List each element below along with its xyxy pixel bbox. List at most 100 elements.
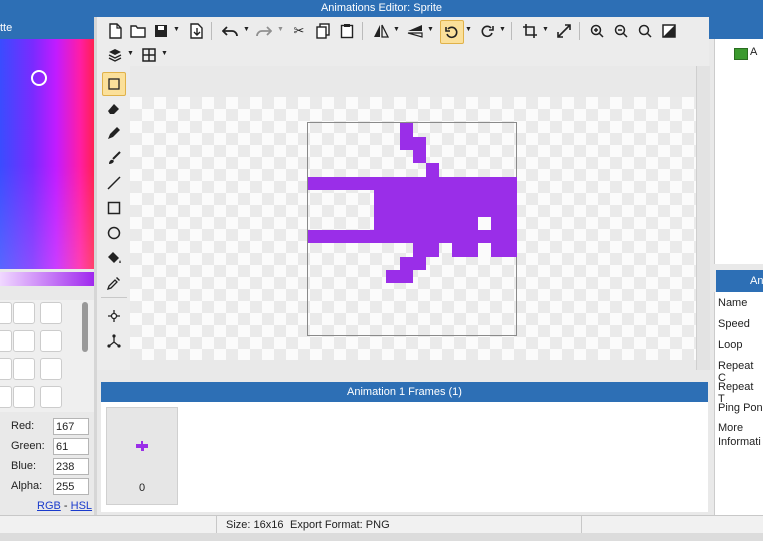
flip-horizontal-icon[interactable] bbox=[372, 22, 390, 40]
blue-input[interactable]: 238 bbox=[53, 458, 89, 475]
frame-preview bbox=[136, 441, 148, 453]
red-label: Red: bbox=[11, 420, 35, 432]
swatch[interactable] bbox=[40, 302, 62, 324]
chevron-down-icon[interactable]: ▼ bbox=[173, 26, 180, 33]
select-icon[interactable] bbox=[102, 72, 126, 96]
frame-thumbnail[interactable]: 0 bbox=[106, 407, 178, 505]
color-picker-handle[interactable] bbox=[31, 70, 47, 86]
flip-vertical-icon[interactable] bbox=[406, 22, 424, 40]
toggle-grid-icon[interactable] bbox=[660, 22, 678, 40]
prop-loop: Loop bbox=[718, 339, 743, 351]
chevron-down-icon[interactable]: ▼ bbox=[427, 26, 434, 33]
swatch[interactable] bbox=[40, 386, 62, 408]
save-icon[interactable] bbox=[152, 22, 170, 40]
toolbar-divider bbox=[511, 22, 512, 40]
alpha-label: Alpha: bbox=[11, 480, 43, 492]
nodes-icon[interactable] bbox=[105, 332, 123, 350]
bottom-strip bbox=[0, 533, 763, 541]
redo-icon[interactable] bbox=[255, 22, 273, 40]
status-bar: Size: 16x16 Export Format: PNG bbox=[0, 515, 763, 534]
chevron-down-icon[interactable]: ▼ bbox=[127, 50, 134, 57]
open-folder-icon[interactable] bbox=[129, 22, 147, 40]
toolbar-divider bbox=[362, 22, 363, 40]
chevron-down-icon[interactable]: ▼ bbox=[277, 26, 284, 33]
frames-spacer bbox=[97, 370, 709, 382]
properties-header: Ani bbox=[716, 270, 763, 292]
tool-palette bbox=[97, 66, 130, 370]
frames-panel bbox=[101, 402, 708, 512]
green-input[interactable]: 61 bbox=[53, 438, 89, 455]
swatch[interactable] bbox=[0, 358, 12, 380]
ellipse-icon[interactable] bbox=[105, 224, 123, 242]
pencil-icon[interactable] bbox=[105, 124, 123, 142]
chevron-down-icon[interactable]: ▼ bbox=[465, 26, 472, 33]
main-toolbar: ▼ ▼ ▼ ✂ ▼ ▼ ▼ ▼ ▼ ▼ ▼ bbox=[97, 17, 709, 67]
status-export-format: Export Format: PNG bbox=[290, 519, 390, 531]
color-mode-links: RGB - HSL bbox=[37, 500, 92, 512]
canvas-margin bbox=[130, 66, 709, 97]
chevron-down-icon[interactable]: ▼ bbox=[499, 26, 506, 33]
swatch[interactable] bbox=[40, 330, 62, 352]
grid-icon[interactable] bbox=[140, 46, 158, 64]
animation-tree: A bbox=[714, 39, 763, 264]
red-input[interactable]: 167 bbox=[53, 418, 89, 435]
brush-icon[interactable] bbox=[105, 149, 123, 167]
swatch[interactable] bbox=[0, 330, 12, 352]
swatch[interactable] bbox=[0, 386, 12, 408]
swatch[interactable] bbox=[13, 330, 35, 352]
new-file-icon[interactable] bbox=[106, 22, 124, 40]
rectangle-icon[interactable] bbox=[105, 199, 123, 217]
swatch[interactable] bbox=[13, 358, 35, 380]
layers-icon[interactable] bbox=[106, 46, 124, 64]
window-title: Animations Editor: Sprite bbox=[0, 0, 763, 17]
prop-name: Name bbox=[718, 297, 748, 309]
zoom-fit-icon[interactable] bbox=[636, 22, 654, 40]
rgb-mode-link[interactable]: RGB bbox=[37, 500, 61, 512]
sprite-canvas[interactable] bbox=[307, 122, 517, 336]
rotate-cw-icon[interactable] bbox=[478, 22, 496, 40]
palette-header: tte bbox=[0, 17, 94, 39]
chevron-down-icon[interactable]: ▼ bbox=[243, 26, 250, 33]
toolbar-divider bbox=[579, 22, 580, 40]
swatch[interactable] bbox=[13, 302, 35, 324]
sparkle-icon[interactable] bbox=[105, 307, 123, 325]
mode-separator: - bbox=[60, 500, 71, 512]
line-icon[interactable] bbox=[105, 174, 123, 192]
chevron-down-icon[interactable]: ▼ bbox=[161, 50, 168, 57]
rotate-ccw-icon[interactable] bbox=[440, 20, 464, 44]
paste-icon[interactable] bbox=[338, 22, 356, 40]
right-panel-header bbox=[709, 17, 763, 39]
status-size: Size: 16x16 bbox=[226, 519, 284, 531]
swatch[interactable] bbox=[13, 386, 35, 408]
alpha-input[interactable]: 255 bbox=[53, 478, 89, 495]
undo-icon[interactable] bbox=[221, 22, 239, 40]
blue-label: Blue: bbox=[11, 460, 37, 472]
swatch[interactable] bbox=[0, 302, 12, 324]
animation-tree-item[interactable]: A bbox=[750, 46, 757, 58]
alpha-slider[interactable] bbox=[0, 272, 94, 286]
chevron-down-icon[interactable]: ▼ bbox=[542, 26, 549, 33]
hsl-mode-link[interactable]: HSL bbox=[71, 500, 92, 512]
resize-icon[interactable] bbox=[555, 22, 573, 40]
zoom-out-icon[interactable] bbox=[612, 22, 630, 40]
palette-swatches bbox=[0, 300, 94, 412]
canvas-vertical-scrollbar[interactable] bbox=[696, 66, 710, 370]
color-spectrum[interactable] bbox=[0, 39, 94, 269]
crop-icon[interactable] bbox=[521, 22, 539, 40]
copy-icon[interactable] bbox=[314, 22, 332, 40]
fill-icon[interactable] bbox=[105, 249, 123, 267]
prop-more-label: More bbox=[718, 422, 744, 434]
eraser-icon[interactable] bbox=[105, 99, 123, 117]
zoom-in-icon[interactable] bbox=[588, 22, 606, 40]
cut-icon[interactable]: ✂ bbox=[290, 22, 308, 40]
swatch[interactable] bbox=[40, 358, 62, 380]
export-icon[interactable] bbox=[187, 22, 205, 40]
animation-icon bbox=[734, 48, 748, 60]
prop-speed: Speed bbox=[718, 318, 750, 330]
eyedropper-icon[interactable] bbox=[105, 274, 123, 292]
palette-scrollbar[interactable] bbox=[82, 302, 88, 352]
frames-panel-header: Animation 1 Frames (1) bbox=[101, 382, 708, 402]
chevron-down-icon[interactable]: ▼ bbox=[393, 26, 400, 33]
tool-divider bbox=[101, 297, 127, 298]
prop-ping-pong: Ping Pon bbox=[718, 402, 763, 414]
